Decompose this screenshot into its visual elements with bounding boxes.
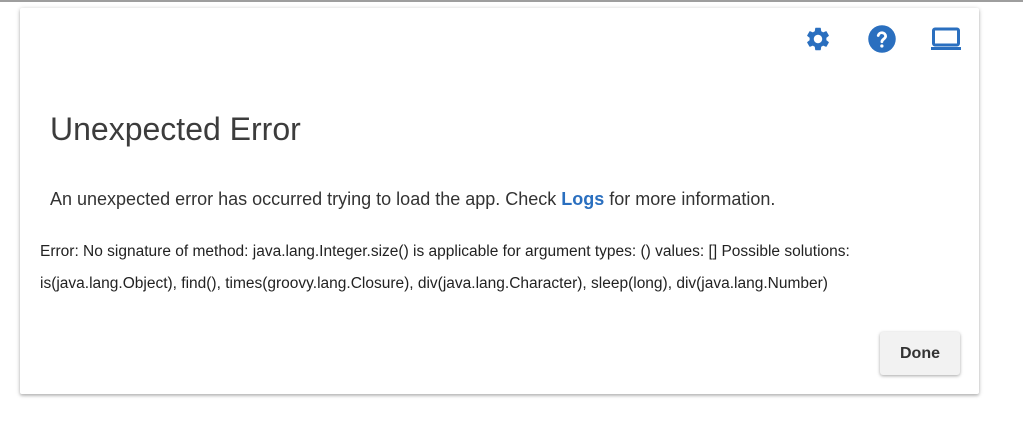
message-text-after: for more information. (604, 189, 776, 209)
laptop-icon (931, 27, 961, 50)
gear-icon (807, 27, 829, 51)
toolbar (803, 24, 961, 54)
logs-link[interactable]: Logs (561, 189, 604, 209)
error-dialog: Unexpected Error An unexpected error has… (20, 8, 979, 394)
help-button[interactable] (867, 24, 897, 54)
message-text-before: An unexpected error has occurred trying … (50, 189, 562, 209)
display-button[interactable] (931, 24, 961, 54)
top-divider (0, 0, 1023, 2)
done-button[interactable]: Done (880, 332, 960, 375)
settings-button[interactable] (803, 24, 833, 54)
dialog-title: Unexpected Error (50, 111, 301, 147)
error-detail: Error: No signature of method: java.lang… (40, 243, 850, 292)
help-icon (868, 25, 896, 53)
error-message: An unexpected error has occurred trying … (50, 189, 775, 210)
